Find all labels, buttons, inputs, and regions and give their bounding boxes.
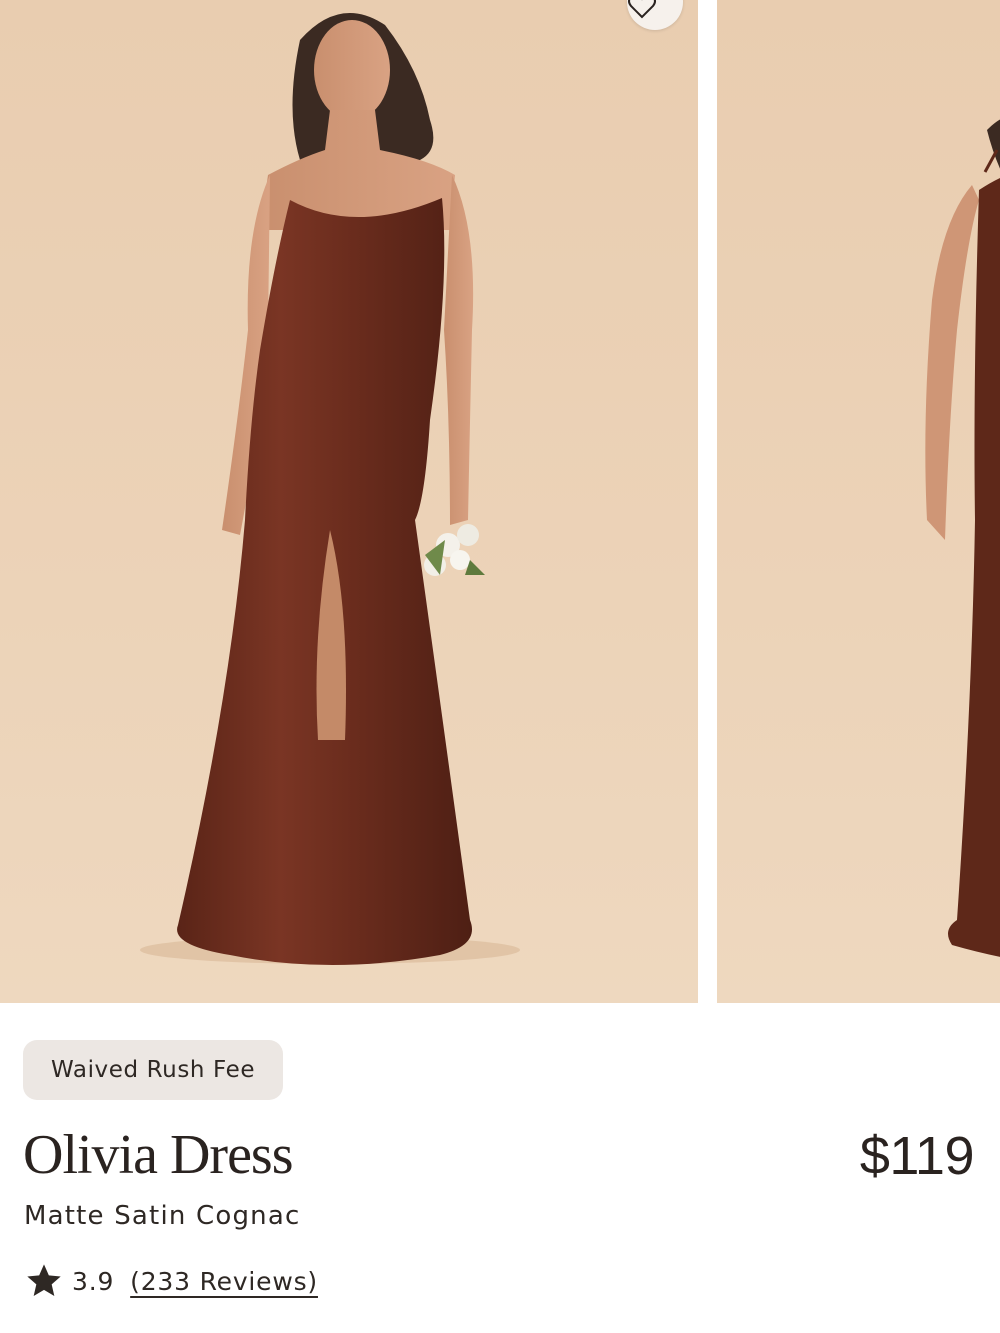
star-icon [27, 1264, 61, 1296]
rush-fee-badge: Waived Rush Fee [23, 1040, 284, 1100]
heart-icon [628, 0, 656, 19]
product-rating: 3.9 (233 Reviews) [24, 1261, 318, 1301]
reviews-link[interactable]: (233 Reviews) [130, 1267, 318, 1296]
product-image-1[interactable] [0, 0, 698, 1003]
product-image-2[interactable] [717, 0, 1000, 1003]
model-back-illustration [925, 119, 1000, 957]
product-price: $119 [859, 1126, 975, 1186]
product-image-gallery[interactable] [0, 0, 1000, 1003]
product-info: Waived Rush Fee Olivia Dress $119 Matte … [0, 1003, 1000, 1333]
model-front-illustration [140, 12, 520, 965]
product-variant: Matte Satin Cognac [24, 1201, 301, 1231]
rating-score: 3.9 [72, 1266, 115, 1296]
bouquet [424, 524, 485, 576]
reviews-link-label[interactable]: (233 Reviews) [130, 1267, 318, 1296]
product-name: Olivia Dress [23, 1124, 294, 1186]
